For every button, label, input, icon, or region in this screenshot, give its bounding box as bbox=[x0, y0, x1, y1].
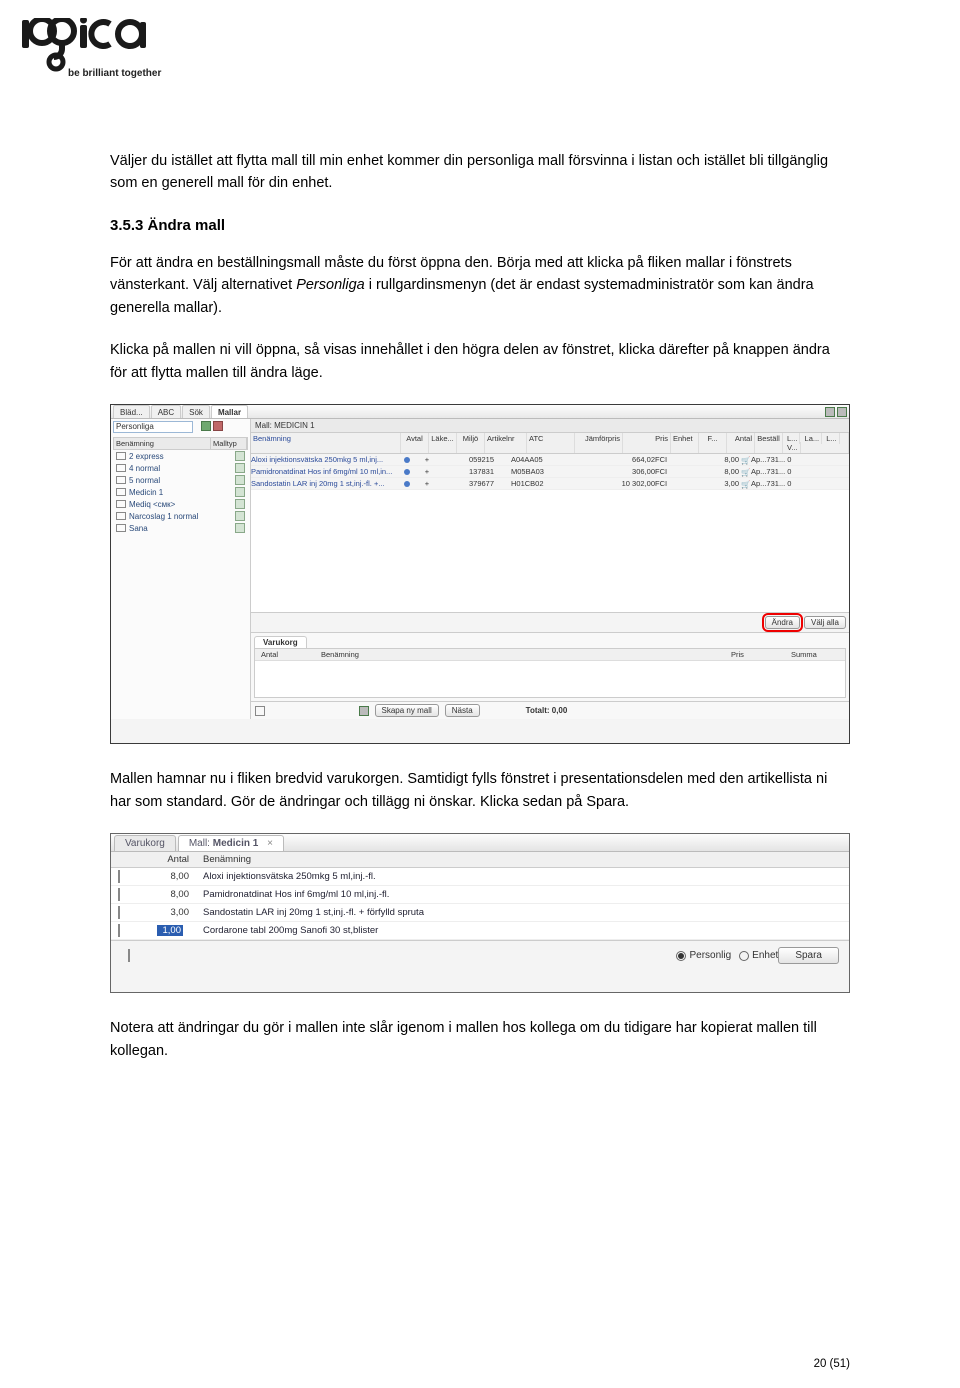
valj-alla-button[interactable]: Välj alla bbox=[804, 616, 846, 629]
list-item[interactable]: 2 express bbox=[113, 450, 248, 462]
tab-mallar[interactable]: Mallar bbox=[211, 405, 248, 418]
list-item[interactable]: Sana bbox=[113, 522, 248, 534]
doc-icon bbox=[235, 523, 245, 533]
trash-icon[interactable] bbox=[118, 924, 120, 937]
heading-andra-mall: 3.5.3 Ändra mall bbox=[110, 217, 850, 234]
cart-icon[interactable]: 🛒 bbox=[741, 480, 749, 488]
print-icon[interactable] bbox=[837, 407, 847, 417]
trash-icon[interactable] bbox=[116, 524, 126, 532]
trash-icon[interactable] bbox=[118, 870, 120, 883]
doc-icon bbox=[235, 463, 245, 473]
varukorg-tab[interactable]: Varukorg bbox=[254, 636, 307, 648]
grid-row[interactable]: Sandostatin LAR inj 20mg 1 st,inj.-fl. +… bbox=[251, 478, 849, 490]
table-row[interactable]: 3,00 Sandostatin LAR inj 20mg 1 st,inj.-… bbox=[111, 904, 849, 922]
total-label: Totalt: 0,00 bbox=[526, 706, 568, 715]
list-item[interactable]: 4 normal bbox=[113, 462, 248, 474]
doc-icon bbox=[235, 499, 245, 509]
logo: be brilliant together bbox=[20, 18, 165, 79]
paragraph-3: Klicka på mallen ni vill öppna, så visas… bbox=[110, 339, 850, 384]
info-icon bbox=[404, 481, 410, 487]
trash-icon[interactable] bbox=[116, 512, 126, 520]
grid-row[interactable]: Aloxi injektionsvätska 250mkg 5 ml,inj..… bbox=[251, 454, 849, 466]
grid-header: Benämning Avtal Läke... Miljö Artikelnr … bbox=[251, 433, 849, 454]
refresh-icon[interactable] bbox=[359, 706, 369, 716]
page-number: 20 (51) bbox=[814, 1358, 850, 1370]
cart-icon[interactable]: 🛒 bbox=[741, 468, 749, 476]
add-icon[interactable] bbox=[201, 421, 211, 431]
screenshot-2: Varukorg Mall: Medicin 1 × Antal Benämni… bbox=[110, 833, 850, 993]
paragraph-5: Notera att ändringar du gör i mallen int… bbox=[110, 1017, 850, 1062]
nasta-button[interactable]: Nästa bbox=[445, 704, 480, 717]
radio-enhet[interactable] bbox=[739, 951, 749, 961]
refresh-icon[interactable] bbox=[825, 407, 835, 417]
screenshot-1: Bläd... ABC Sök Mallar Personliga bbox=[110, 404, 850, 744]
radio-personlig[interactable] bbox=[676, 951, 686, 961]
ss1-list-header: Benämning Malltyp bbox=[113, 437, 248, 450]
trash-icon[interactable] bbox=[128, 949, 130, 962]
trash-icon[interactable] bbox=[255, 706, 265, 716]
list-item[interactable]: Mediq <смк> bbox=[113, 498, 248, 510]
em-personliga: Personliga bbox=[296, 277, 365, 293]
radio-enhet-label: Enhet bbox=[752, 950, 778, 961]
trash-icon[interactable] bbox=[116, 500, 126, 508]
antal-input-selected[interactable]: 1,00 bbox=[157, 925, 183, 936]
cart-icon[interactable]: 🛒 bbox=[741, 456, 749, 464]
table-row[interactable]: 8,00 Pamidronatdinat Hos inf 6mg/ml 10 m… bbox=[111, 886, 849, 904]
info-icon bbox=[404, 469, 410, 475]
list-item[interactable]: 5 normal bbox=[113, 474, 248, 486]
paragraph-1: Väljer du istället att flytta mall till … bbox=[110, 150, 850, 195]
paragraph-2: För att ändra en beställningsmall måste … bbox=[110, 252, 850, 319]
ss2-header: Antal Benämning bbox=[111, 852, 849, 868]
trash-icon[interactable] bbox=[118, 888, 120, 901]
ss1-left-panel: Personliga Benämning Malltyp 2 express 4… bbox=[111, 419, 251, 719]
table-row[interactable]: 1,00 Cordarone tabl 200mg Sanofi 30 st,b… bbox=[111, 922, 849, 940]
andra-button[interactable]: Ändra bbox=[765, 616, 800, 629]
trash-icon[interactable] bbox=[116, 452, 126, 460]
list-item[interactable]: Narcoslag 1 normal bbox=[113, 510, 248, 522]
tab-mall-medicin[interactable]: Mall: Medicin 1 × bbox=[178, 835, 284, 851]
trash-icon[interactable] bbox=[116, 476, 126, 484]
radio-personlig-label: Personlig bbox=[689, 950, 731, 961]
info-icon bbox=[404, 457, 410, 463]
paragraph-4: Mallen hamnar nu i fliken bredvid varuko… bbox=[110, 768, 850, 813]
close-icon[interactable]: × bbox=[267, 838, 273, 849]
ss1-tab-bar: Bläd... ABC Sök Mallar bbox=[111, 405, 849, 419]
doc-icon bbox=[235, 511, 245, 521]
tab-varukorg[interactable]: Varukorg bbox=[114, 835, 176, 851]
remove-icon[interactable] bbox=[213, 421, 223, 431]
list-item[interactable]: Medicin 1 bbox=[113, 486, 248, 498]
doc-icon bbox=[235, 487, 245, 497]
logo-tagline: be brilliant together bbox=[68, 68, 165, 79]
doc-icon bbox=[235, 451, 245, 461]
mall-title: Mall: MEDICIN 1 bbox=[251, 419, 849, 433]
tab-sok[interactable]: Sök bbox=[182, 405, 210, 418]
trash-icon[interactable] bbox=[116, 488, 126, 496]
table-row[interactable]: 8,00 Aloxi injektionsvätska 250mkg 5 ml,… bbox=[111, 868, 849, 886]
grid-row[interactable]: Pamidronatdinat Hos inf 6mg/ml 10 ml,in.… bbox=[251, 466, 849, 478]
spara-button[interactable]: Spara bbox=[778, 947, 839, 964]
trash-icon[interactable] bbox=[116, 464, 126, 472]
trash-icon[interactable] bbox=[118, 906, 120, 919]
skapa-ny-mall-button[interactable]: Skapa ny mall bbox=[375, 704, 439, 717]
doc-icon bbox=[235, 475, 245, 485]
cart-body: Antal Benämning Pris Summa bbox=[254, 648, 846, 698]
tab-blad[interactable]: Bläd... bbox=[113, 405, 150, 418]
tab-abc[interactable]: ABC bbox=[151, 405, 181, 418]
dropdown-personliga[interactable]: Personliga bbox=[113, 421, 193, 433]
